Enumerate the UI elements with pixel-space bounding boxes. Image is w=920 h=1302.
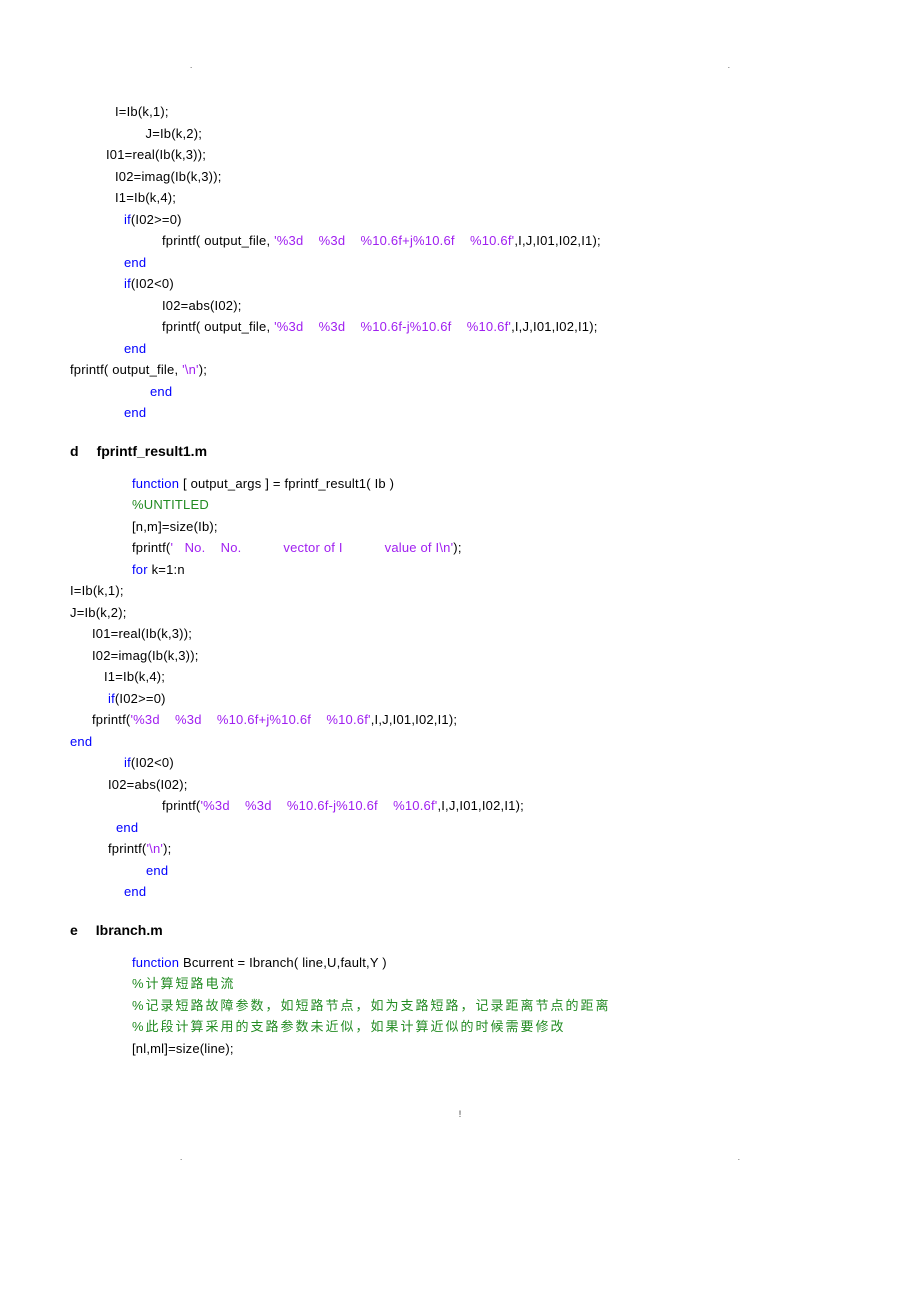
code-line: fprintf( output_file, '\n'); bbox=[70, 360, 850, 380]
code-line: end bbox=[124, 882, 850, 902]
code-line: J=Ib(k,2); bbox=[115, 124, 850, 144]
code-line: if(I02<0) bbox=[124, 274, 850, 294]
code-line: I=Ib(k,1); bbox=[70, 581, 850, 601]
code-line: I1=Ib(k,4); bbox=[104, 667, 850, 687]
code-line: fprintf('%3d %3d %10.6f+j%10.6f %10.6f',… bbox=[92, 710, 850, 730]
code-line: end bbox=[150, 382, 850, 402]
code-line: end bbox=[124, 253, 850, 273]
code-line: for k=1:n bbox=[132, 560, 850, 580]
code-line: %计算短路电流 bbox=[132, 974, 850, 994]
code-line: fprintf( output_file, '%3d %3d %10.6f-j%… bbox=[162, 317, 850, 337]
code-line: fprintf('%3d %3d %10.6f-j%10.6f %10.6f',… bbox=[162, 796, 850, 816]
code-line: [nl,ml]=size(line); bbox=[132, 1039, 850, 1059]
code-line: I02=imag(Ib(k,3)); bbox=[115, 167, 850, 187]
dot-left: . bbox=[190, 60, 192, 72]
code-block-e: function Bcurrent = Ibranch( line,U,faul… bbox=[70, 953, 850, 1059]
code-line: end bbox=[70, 732, 850, 752]
section-heading-e: e Ibranch.m bbox=[70, 920, 850, 941]
heading-label: d bbox=[70, 443, 79, 459]
code-line: I02=abs(I02); bbox=[162, 296, 850, 316]
code-line: fprintf('\n'); bbox=[108, 839, 850, 859]
page-footer: ! bbox=[70, 1108, 850, 1122]
code-line: J=Ib(k,2); bbox=[70, 603, 850, 623]
code-line: %UNTITLED bbox=[132, 495, 850, 515]
code-line: end bbox=[146, 861, 850, 881]
dot-left: . bbox=[180, 1152, 182, 1164]
dot-right: . bbox=[738, 1152, 740, 1164]
code-line: I02=abs(I02); bbox=[108, 775, 850, 795]
code-line: %记录短路故障参数，如短路节点，如为支路短路，记录距离节点的距离 bbox=[132, 996, 850, 1016]
code-line: I02=imag(Ib(k,3)); bbox=[92, 646, 850, 666]
heading-name: fprintf_result1.m bbox=[97, 443, 207, 459]
code-line: I=Ib(k,1); bbox=[115, 102, 850, 122]
page-header-dots: . . bbox=[70, 60, 850, 72]
heading-name: Ibranch.m bbox=[96, 922, 163, 938]
dot-right: . bbox=[728, 60, 730, 72]
section-heading-d: d fprintf_result1.m bbox=[70, 441, 850, 462]
code-line: function Bcurrent = Ibranch( line,U,faul… bbox=[132, 953, 850, 973]
code-line: end bbox=[124, 339, 850, 359]
code-line: end bbox=[116, 818, 850, 838]
code-line: I1=Ib(k,4); bbox=[115, 188, 850, 208]
code-line: [n,m]=size(Ib); bbox=[132, 517, 850, 537]
code-line: I01=real(Ib(k,3)); bbox=[106, 145, 850, 165]
code-line: fprintf(' No. No. vector of I value of I… bbox=[132, 538, 850, 558]
code-line: fprintf( output_file, '%3d %3d %10.6f+j%… bbox=[162, 231, 850, 251]
code-line: I01=real(Ib(k,3)); bbox=[92, 624, 850, 644]
code-line: if(I02<0) bbox=[124, 753, 850, 773]
heading-label: e bbox=[70, 922, 78, 938]
code-line: if(I02>=0) bbox=[124, 210, 850, 230]
code-block-a: I=Ib(k,1); J=Ib(k,2); I01=real(Ib(k,3));… bbox=[70, 102, 850, 423]
page-footer-dots: . . bbox=[70, 1152, 850, 1164]
code-block-d: function [ output_args ] = fprintf_resul… bbox=[70, 474, 850, 902]
code-line: %此段计算采用的支路参数未近似，如果计算近似的时候需要修改 bbox=[132, 1017, 850, 1037]
code-line: end bbox=[124, 403, 850, 423]
code-line: if(I02>=0) bbox=[108, 689, 850, 709]
code-line: function [ output_args ] = fprintf_resul… bbox=[132, 474, 850, 494]
